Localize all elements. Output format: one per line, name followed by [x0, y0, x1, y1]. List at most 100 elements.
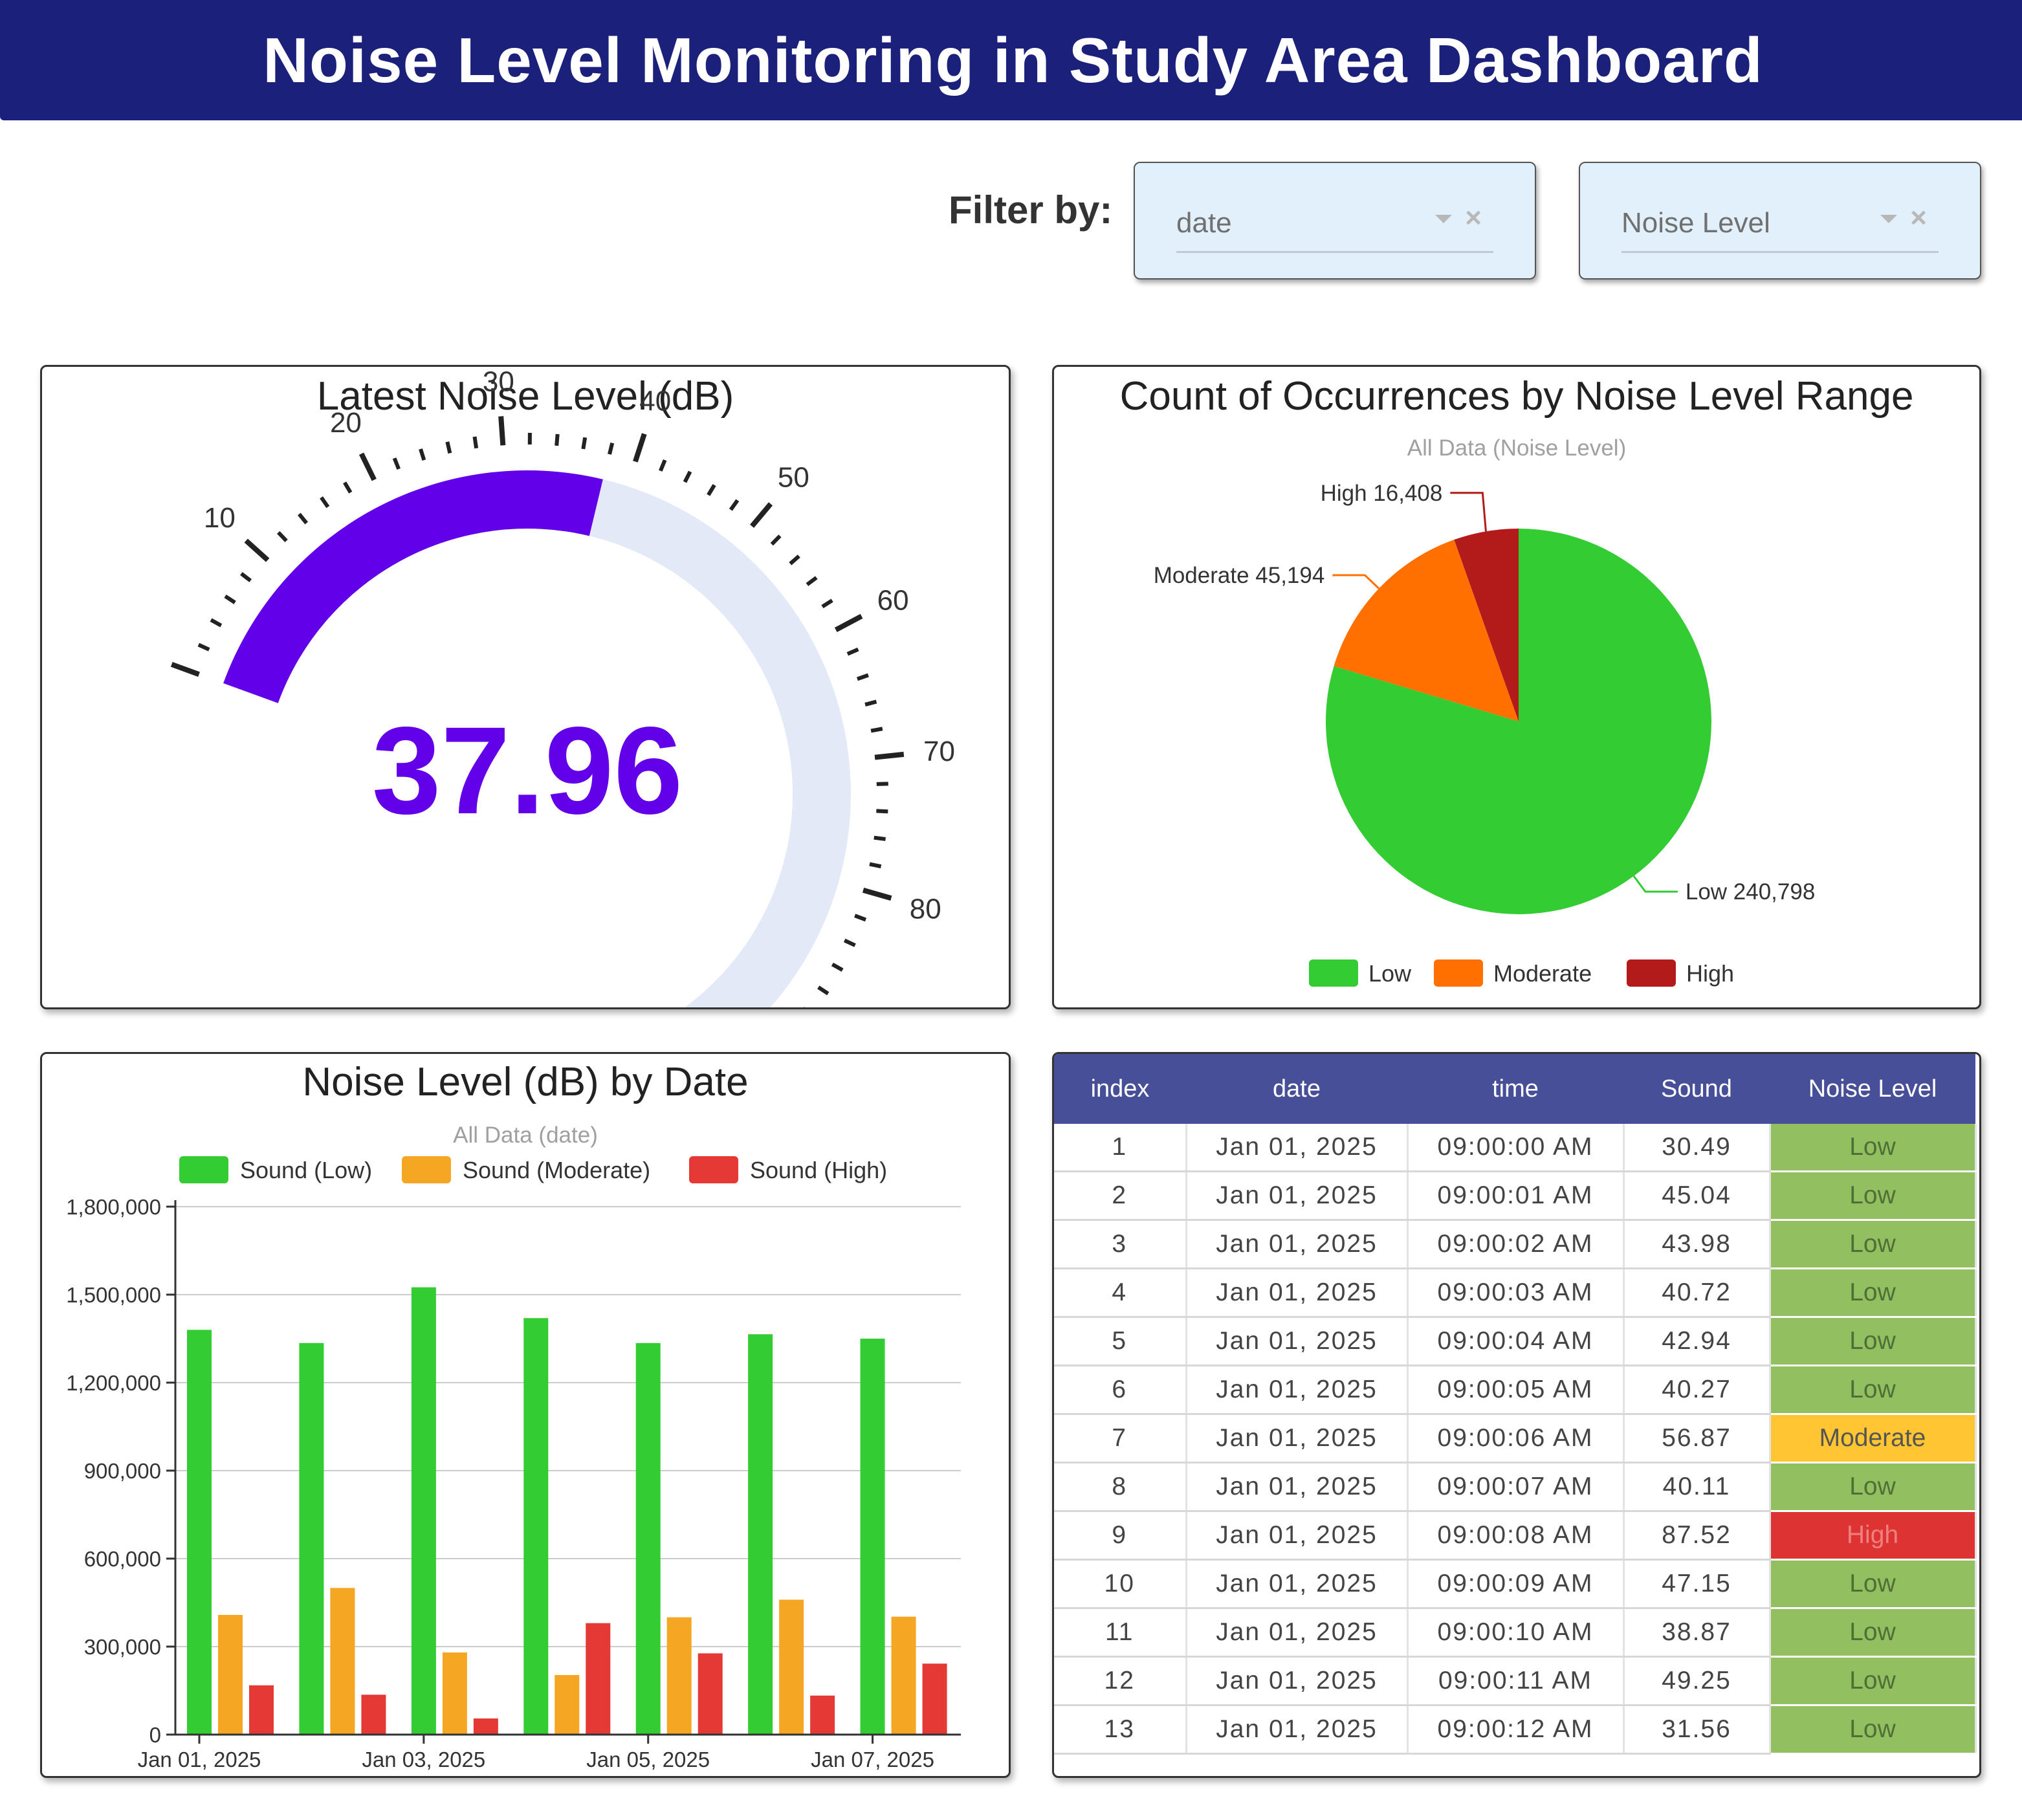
pie-legend-swatch	[1309, 959, 1358, 987]
gauge-tick	[862, 887, 892, 901]
table-cell-sound: 49.25	[1623, 1656, 1771, 1706]
table-row[interactable]: 4 Jan 01, 2025 09:00:03 AM 40.72 Low	[1054, 1268, 1977, 1318]
table-row[interactable]: 11 Jan 01, 2025 09:00:10 AM 38.87 Low	[1054, 1608, 1977, 1658]
table-cell-noise-level: Low	[1770, 1124, 1977, 1172]
table-cell-sound: 38.87	[1623, 1608, 1771, 1658]
table-cell-noise-level: Low	[1770, 1559, 1977, 1609]
column-header-sound[interactable]: Sound	[1623, 1054, 1770, 1124]
gauge-tick	[821, 598, 833, 609]
bar-y-tick-label: 1,500,000	[66, 1283, 161, 1307]
bar-sound-moderate[interactable]	[442, 1652, 467, 1735]
gauge-tick	[707, 484, 716, 496]
bar-sound-moderate[interactable]	[555, 1674, 580, 1735]
bar-y-tick-label: 0	[149, 1723, 161, 1747]
table-cell-sound: 30.49	[1623, 1124, 1771, 1172]
gauge-tick-label: 40	[639, 385, 671, 417]
bar-sound-high[interactable]	[810, 1695, 835, 1735]
gauge-value: 37.96	[372, 701, 683, 840]
gauge-tick	[864, 699, 877, 707]
bar-sound-high[interactable]	[922, 1663, 947, 1735]
bar-sound-low[interactable]	[635, 1343, 661, 1735]
noise-level-filter-dropdown[interactable]: Noise Level ×	[1579, 162, 1981, 280]
table-row[interactable]: 10 Jan 01, 2025 09:00:09 AM 47.15 Low	[1054, 1559, 1977, 1609]
gauge-tick-label: 20	[330, 407, 362, 439]
table-cell-index: 6	[1054, 1365, 1187, 1415]
clear-icon[interactable]: ×	[1910, 202, 1927, 234]
table-row[interactable]: 3 Jan 01, 2025 09:00:02 AM 43.98 Low	[1054, 1220, 1977, 1269]
bar-sound-low[interactable]	[748, 1334, 773, 1735]
table-cell-index: 1	[1054, 1124, 1187, 1172]
gauge-tick-label: 10	[204, 502, 236, 534]
table-cell-sound: 40.11	[1623, 1462, 1771, 1512]
bar-sound-high[interactable]	[698, 1653, 723, 1735]
pie-label-moderate: Moderate 45,194	[1154, 563, 1325, 588]
chevron-down-icon[interactable]	[1880, 215, 1897, 223]
table-cell-index: 12	[1054, 1656, 1187, 1706]
gauge-tick	[817, 985, 830, 996]
bar-sound-moderate[interactable]	[666, 1617, 692, 1735]
gauge-tick	[555, 433, 560, 446]
pie-leader-line	[1632, 875, 1678, 893]
table-row[interactable]: 7 Jan 01, 2025 09:00:06 AM 56.87 Moderate	[1054, 1414, 1977, 1464]
table-cell-date: Jan 01, 2025	[1186, 1317, 1409, 1366]
table-cell-date: Jan 01, 2025	[1186, 1559, 1409, 1609]
table-cell-date: Jan 01, 2025	[1186, 1462, 1409, 1512]
table-row[interactable]: 6 Jan 01, 2025 09:00:05 AM 40.27 Low	[1054, 1365, 1977, 1415]
bar-sound-high[interactable]	[361, 1694, 386, 1735]
pie-label-high: High 16,408	[1321, 481, 1443, 506]
table-row[interactable]: 8 Jan 01, 2025 09:00:07 AM 40.11 Low	[1054, 1462, 1977, 1512]
table-cell-index: 10	[1054, 1559, 1187, 1609]
table-cell-noise-level: High	[1770, 1511, 1977, 1561]
gauge-tick	[843, 938, 856, 947]
bar-x-tick-label: Jan 03, 2025	[362, 1748, 485, 1771]
gauge-tick	[608, 442, 615, 455]
table-cell-index: 11	[1054, 1608, 1187, 1658]
chevron-down-icon[interactable]	[1435, 215, 1452, 223]
table-row[interactable]: 2 Jan 01, 2025 09:00:01 AM 45.04 Low	[1054, 1171, 1977, 1221]
bar-sound-moderate[interactable]	[779, 1599, 804, 1735]
gauge-tick	[210, 618, 223, 628]
bar-sound-moderate[interactable]	[330, 1588, 355, 1735]
bar-sound-moderate[interactable]	[891, 1616, 916, 1735]
column-header-noise-level[interactable]: Noise Level	[1770, 1054, 1975, 1124]
table-cell-noise-level: Low	[1770, 1656, 1977, 1706]
bar-sound-low[interactable]	[187, 1330, 212, 1735]
gauge-tick	[472, 436, 479, 449]
table-row[interactable]: 13 Jan 01, 2025 09:00:12 AM 31.56 Low	[1054, 1705, 1977, 1755]
table-cell-sound: 43.98	[1623, 1220, 1771, 1269]
table-cell-time: 09:00:01 AM	[1407, 1171, 1625, 1221]
table-cell-index: 13	[1054, 1705, 1187, 1755]
bar-sound-low[interactable]	[860, 1339, 885, 1735]
pie-chart: Low 240,798 Moderate 45,194 High 16,408 Lo…	[1154, 481, 1815, 987]
gauge-panel: Latest Noise Level (dB) 10 20 30 40 50 60 70 80…	[40, 365, 1011, 1009]
column-header-index[interactable]: index	[1054, 1054, 1186, 1124]
table-cell-time: 09:00:08 AM	[1407, 1511, 1625, 1561]
bar-legend-label: Sound (Low)	[240, 1157, 372, 1183]
clear-icon[interactable]: ×	[1465, 202, 1482, 234]
bar-sound-high[interactable]	[473, 1718, 498, 1735]
table-row[interactable]: 9 Jan 01, 2025 09:00:08 AM 87.52 High	[1054, 1511, 1977, 1561]
column-header-time[interactable]: time	[1407, 1054, 1623, 1124]
table-cell-date: Jan 01, 2025	[1186, 1124, 1409, 1172]
bar-legend-label: Sound (High)	[750, 1157, 887, 1183]
table-cell-noise-level: Low	[1770, 1705, 1977, 1755]
date-filter-dropdown[interactable]: date ×	[1134, 162, 1536, 280]
bar-sound-low[interactable]	[299, 1343, 324, 1735]
gauge-tick	[633, 433, 647, 463]
gauge-tick	[750, 502, 773, 528]
bar-sound-moderate[interactable]	[218, 1615, 243, 1735]
bar-legend-label: Sound (Moderate)	[463, 1157, 650, 1183]
gauge-fill	[223, 470, 603, 703]
bar-sound-low[interactable]	[523, 1318, 549, 1735]
column-header-date[interactable]: date	[1186, 1054, 1407, 1124]
gauge-tick	[170, 662, 200, 677]
table-row[interactable]: 12 Jan 01, 2025 09:00:11 AM 49.25 Low	[1054, 1656, 1977, 1706]
bar-legend-swatch	[689, 1156, 738, 1183]
table-cell-date: Jan 01, 2025	[1186, 1171, 1409, 1221]
table-row[interactable]: 1 Jan 01, 2025 09:00:00 AM 30.49 Low	[1054, 1124, 1977, 1172]
gauge-tick	[846, 647, 859, 656]
table-row[interactable]: 5 Jan 01, 2025 09:00:04 AM 42.94 Low	[1054, 1317, 1977, 1366]
bar-sound-high[interactable]	[249, 1685, 274, 1735]
bar-sound-low[interactable]	[411, 1287, 436, 1735]
bar-sound-high[interactable]	[586, 1623, 611, 1735]
